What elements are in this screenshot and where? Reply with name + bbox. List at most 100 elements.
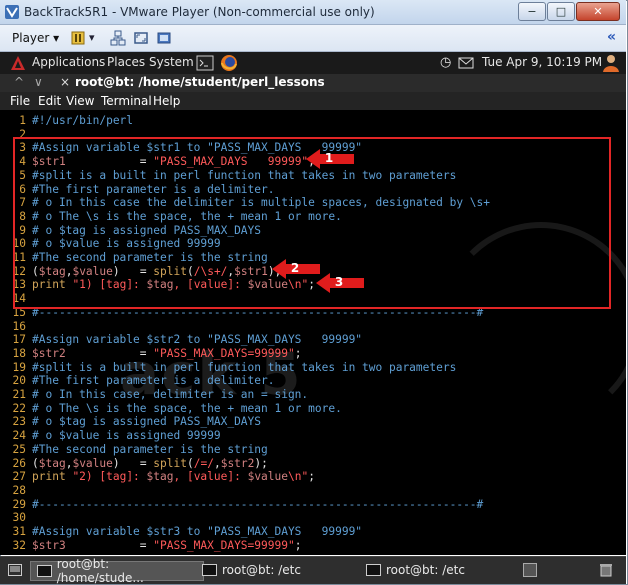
gnome-top-panel: Applications Places System ◷ Tue Apr 9, … — [0, 52, 626, 74]
callout-arrow-3: 3 — [316, 273, 364, 293]
code-token: #The first parameter is a delimiter. — [32, 374, 275, 388]
mail-icon[interactable] — [458, 57, 474, 69]
code-token: # o The \s is the space, the + mean 1 or… — [32, 401, 342, 415]
code-token: #!/usr/bin/perl — [32, 114, 134, 127]
callout-number: 3 — [334, 275, 344, 289]
code-token: $tag — [146, 470, 174, 484]
clock[interactable]: Tue Apr 9, 10:19 PM — [482, 55, 602, 69]
window-title-bar[interactable]: BackTrack5R1 - VMware Player (Non-commer… — [0, 0, 626, 25]
code-token: "2) [tag]: — [72, 470, 147, 484]
collapse-toolbar-icon[interactable]: « — [607, 29, 616, 45]
code-line[interactable]: 20 #The first parameter is a delimiter. — [0, 374, 275, 388]
code-token: "PASS_MAX_DAYS=99999" — [153, 538, 295, 552]
code-line[interactable]: 25 #The second parameter is the string — [0, 443, 268, 457]
volume-icon[interactable]: ◷ — [440, 55, 451, 70]
places-menu[interactable]: Places — [107, 55, 145, 69]
terminal-title: root@bt: /home/student/perl_lessons — [75, 75, 325, 89]
code-token: /=/ — [193, 456, 214, 470]
code-line[interactable]: 17 #Assign variable $str2 to "PASS_MAX_DA… — [0, 333, 363, 347]
applications-menu[interactable]: Applications — [32, 55, 105, 69]
code-line[interactable]: 27 print "2) [tag]: $tag, [value]: $value… — [0, 470, 315, 484]
terminal-icon — [202, 564, 217, 576]
line-number: 28 — [12, 483, 26, 497]
code-line[interactable]: 22 # o The \s is the space, the + mean 1 … — [0, 402, 342, 416]
code-line[interactable]: 29 #-------------------------------------… — [0, 497, 484, 512]
code-token: = — [65, 346, 154, 360]
menu-view[interactable]: View — [66, 94, 94, 108]
code-token: #---------------------------------------… — [32, 497, 484, 511]
code-token: ; — [294, 346, 302, 360]
line-number: 1 — [19, 114, 26, 127]
terminal-icon — [37, 565, 52, 577]
workspace-switcher-icon[interactable] — [523, 563, 537, 577]
minimize-button[interactable]: − — [518, 2, 546, 21]
system-menu[interactable]: System — [149, 55, 194, 69]
code-token: , — [213, 456, 221, 470]
code-token: ( — [186, 456, 194, 470]
code-line[interactable]: 24 # o $value is assigned 99999 — [0, 429, 221, 443]
taskbar-item-etc-1[interactable]: root@bt: /etc — [202, 561, 301, 579]
callout-number: 2 — [290, 261, 300, 275]
code-line[interactable]: 32 $str3 = "PASS_MAX_DAYS=99999"; — [0, 538, 302, 553]
window-title: BackTrack5R1 - VMware Player (Non-commer… — [24, 5, 375, 19]
code-token: $tag — [38, 456, 66, 470]
maximize-button[interactable]: □ — [547, 2, 575, 21]
line-number: 31 — [12, 525, 26, 538]
code-line[interactable]: 18 $str2 = "PASS_MAX_DAYS=99999"; — [0, 346, 302, 361]
terminal-menubar: File Edit View Terminal Help — [0, 92, 626, 110]
gnome-bottom-panel: root@bt: /home/stude... root@bt: /etc ro… — [0, 556, 626, 585]
code-token: ( — [32, 456, 39, 470]
code-token: ); — [254, 456, 268, 470]
terminal-close-icon[interactable]: × — [60, 75, 70, 89]
code-line[interactable]: 1 #!/usr/bin/perl — [0, 114, 133, 128]
unity-icon[interactable] — [156, 30, 172, 46]
code-token: #split is a built in perl function that … — [32, 360, 457, 374]
code-token: # o In this case, delimiter is an = sign… — [32, 388, 309, 401]
code-line[interactable]: 23 # o $tag is assigned PASS_MAX_DAYS — [0, 415, 262, 429]
show-desktop-icon[interactable] — [8, 564, 22, 576]
window-menu-up-icon[interactable]: ^ — [14, 75, 24, 89]
line-number: 19 — [12, 360, 26, 374]
user-icon[interactable] — [602, 54, 620, 72]
pause-dropdown-icon[interactable]: ▾ — [89, 31, 95, 44]
line-number: 22 — [12, 401, 26, 415]
fullscreen-icon[interactable] — [133, 30, 149, 46]
code-token: "PASS_MAX_DAYS=99999" — [153, 346, 295, 360]
code-line[interactable]: 19 #split is a built in perl function tha… — [0, 360, 457, 375]
menu-terminal[interactable]: Terminal — [101, 94, 152, 108]
code-line[interactable]: 31 #Assign variable $str3 to "PASS_MAX_DA… — [0, 525, 363, 539]
line-number: 23 — [12, 415, 26, 429]
code-token: #The second parameter is the string — [32, 442, 268, 456]
terminal-title-bar[interactable]: ^ ∨ × root@bt: /home/student/perl_lesson… — [0, 74, 626, 92]
network-icon[interactable] — [110, 30, 126, 46]
player-menu-button[interactable]: Player ▾ — [12, 31, 59, 45]
code-token: $value — [247, 470, 288, 484]
code-token: = — [65, 538, 154, 552]
terminal-launcher-icon[interactable] — [196, 55, 214, 71]
trash-icon[interactable] — [598, 563, 614, 577]
taskbar-item-etc-2[interactable]: root@bt: /etc — [366, 561, 465, 579]
close-button[interactable]: ✕ — [576, 2, 620, 21]
code-line[interactable]: 26 ($tag,$value) = split(/=/,$str2); — [0, 457, 268, 471]
window-menu-down-icon[interactable]: ∨ — [34, 75, 43, 89]
code-token: ; — [308, 470, 315, 484]
code-token: # o $value is assigned 99999 — [32, 429, 221, 443]
code-token: ; — [294, 538, 302, 552]
code-token: $str2 — [32, 346, 66, 360]
menu-edit[interactable]: Edit — [38, 94, 61, 108]
code-line[interactable]: 16 — [0, 320, 32, 334]
line-number: 32 — [12, 538, 26, 552]
line-number: 16 — [12, 319, 26, 333]
menu-file[interactable]: File — [10, 94, 30, 108]
firefox-icon[interactable] — [220, 54, 238, 72]
pause-icon[interactable] — [70, 30, 86, 46]
code-line[interactable]: 28 — [0, 484, 32, 498]
line-number: 30 — [12, 511, 26, 525]
code-token: $str3 — [32, 538, 66, 552]
line-number: 27 — [12, 470, 26, 484]
menu-help[interactable]: Help — [153, 94, 180, 108]
code-line[interactable]: 21 # o In this case, delimiter is an = si… — [0, 388, 309, 402]
code-line[interactable]: 30 — [0, 511, 32, 525]
taskbar-item-lessons[interactable]: root@bt: /home/stude... — [30, 557, 204, 585]
code-token: $str2 — [220, 456, 255, 470]
